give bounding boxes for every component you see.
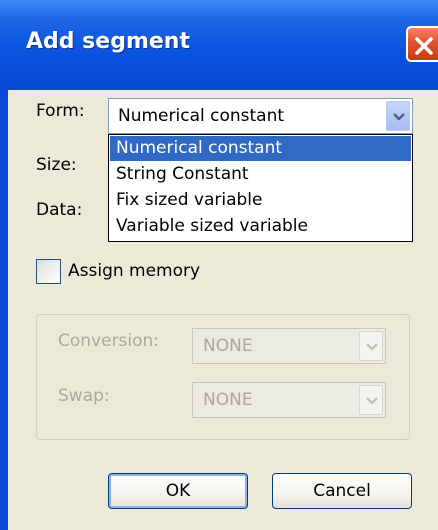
conversion-select-value: NONE (203, 336, 253, 356)
conversion-dropdown-button (359, 331, 383, 361)
ok-button[interactable]: OK (108, 473, 248, 509)
title-bar[interactable]: Add segment (0, 0, 438, 90)
form-label: Form: (36, 101, 85, 121)
dropdown-option-variable-sized-variable[interactable]: Variable sized variable (110, 214, 411, 239)
conversion-select: NONE (192, 328, 386, 364)
form-select-value: Numerical constant (118, 106, 285, 126)
chevron-down-icon (393, 113, 405, 121)
assign-memory-checkbox[interactable] (36, 259, 61, 284)
dropdown-option-fix-sized-variable[interactable]: Fix sized variable (110, 188, 411, 213)
close-button[interactable] (406, 26, 438, 62)
chevron-down-icon (366, 397, 378, 405)
data-label: Data: (36, 200, 83, 220)
swap-select: NONE (192, 382, 386, 418)
dropdown-option-string-constant[interactable]: String Constant (110, 162, 411, 187)
dialog-window: Add segment Form: Numerical constant Siz… (0, 0, 438, 530)
swap-select-value: NONE (203, 390, 253, 410)
form-dropdown-list[interactable]: Numerical constant String Constant Fix s… (108, 134, 413, 242)
size-label: Size: (36, 155, 77, 175)
swap-dropdown-button (359, 385, 383, 415)
chevron-down-icon (366, 343, 378, 351)
conversion-label: Conversion: (58, 331, 160, 351)
assign-memory-label[interactable]: Assign memory (68, 261, 200, 281)
close-icon (415, 37, 433, 55)
dropdown-option-numerical-constant[interactable]: Numerical constant (110, 136, 411, 161)
cancel-button[interactable]: Cancel (272, 473, 412, 509)
form-select-dropdown-button[interactable] (386, 101, 410, 131)
swap-label: Swap: (58, 386, 110, 406)
form-select[interactable]: Numerical constant (108, 98, 413, 134)
window-title: Add segment (26, 29, 190, 54)
